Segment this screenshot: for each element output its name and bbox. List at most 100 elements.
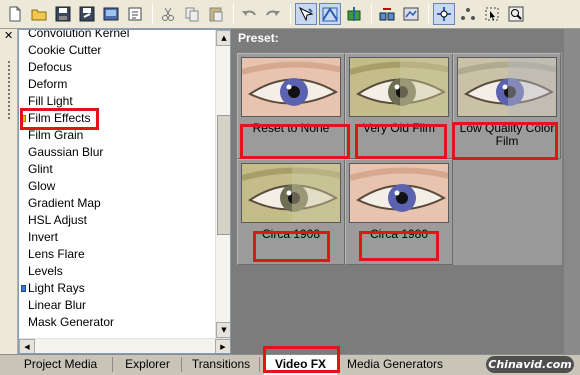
tab-media-generators[interactable]: Media Generators (340, 355, 450, 375)
preset-tile[interactable]: Low Quality Color Film (453, 53, 561, 159)
lock-envelopes-icon[interactable] (400, 3, 422, 25)
tab-transitions[interactable]: Transitions (182, 355, 260, 375)
effect-label: Lens Flare (28, 247, 85, 261)
effect-list-item[interactable]: Defocus (19, 59, 215, 76)
zoom-tool-icon[interactable] (505, 3, 527, 25)
effect-list-item[interactable]: Gradient Map (19, 195, 215, 212)
save-as-icon[interactable] (76, 3, 98, 25)
undo-icon[interactable] (238, 3, 260, 25)
effect-label: Film Grain (28, 128, 84, 142)
open-folder-icon[interactable] (28, 3, 50, 25)
effect-list-item[interactable]: Light Rays (19, 280, 215, 297)
effect-label: Defocus (28, 60, 73, 74)
effect-label: Film Effects (28, 111, 91, 125)
effect-list-item[interactable]: Levels (19, 263, 215, 280)
effect-label: Glint (28, 162, 53, 176)
close-icon[interactable]: ✕ (4, 30, 13, 42)
toolbar-separator (152, 4, 153, 24)
effect-label: Gradient Map (28, 196, 101, 210)
preset-thumbnail-eye-image (349, 163, 449, 223)
effect-label: Cookie Cutter (28, 43, 102, 57)
copy-icon[interactable] (181, 3, 203, 25)
effect-list-item[interactable]: Convolution Kernel (19, 30, 215, 42)
tab-explorer[interactable]: Explorer (113, 355, 182, 375)
preset-thumbnail-eye-image (241, 57, 341, 117)
preset-label: Reset to None (252, 121, 330, 135)
effect-label: Fill Light (28, 94, 73, 108)
toolbar-separator (371, 4, 372, 24)
effect-list-item[interactable]: Cookie Cutter (19, 42, 215, 59)
markers-icon[interactable] (457, 3, 479, 25)
effect-list-item[interactable]: HSL Adjust (19, 212, 215, 229)
redo-icon[interactable] (262, 3, 284, 25)
tab-video-fx[interactable]: Video FX (264, 355, 337, 375)
effect-label: Deform (28, 77, 68, 91)
preset-thumbnail-eye-image (457, 57, 557, 117)
scroll-down-button[interactable]: ▼ (216, 322, 230, 338)
envelope-edit-tool-icon[interactable] (319, 3, 341, 25)
video-fx-list: Convolution Kernel Cookie Cutter Defocus De… (19, 30, 215, 338)
scroll-left-button[interactable]: ◀ (19, 339, 35, 353)
effect-label: Linear Blur (28, 298, 87, 312)
effect-list-item[interactable]: Gaussian Blur (19, 144, 215, 161)
properties-icon[interactable] (124, 3, 146, 25)
tab-project-media[interactable]: Project Media (8, 355, 113, 375)
effect-label: Glow (28, 179, 56, 193)
effect-list-item[interactable]: Film Effects (19, 110, 215, 127)
normal-edit-tool-icon[interactable] (295, 3, 317, 25)
preset-tile[interactable]: Very Old Film (345, 53, 453, 159)
dock-grip-handle[interactable] (7, 60, 11, 120)
save-icon[interactable] (52, 3, 74, 25)
effect-list-item[interactable]: Glint (19, 161, 215, 178)
render-icon[interactable] (100, 3, 122, 25)
effect-list-item[interactable]: Mask Generator (19, 314, 215, 331)
effect-list-item[interactable]: Glow (19, 178, 215, 195)
cut-icon[interactable] (157, 3, 179, 25)
paste-icon[interactable] (205, 3, 227, 25)
preset-tile[interactable]: Circa 1980 (345, 159, 453, 265)
effect-list-item[interactable]: Invert (19, 229, 215, 246)
video-fx-list-panel: Convolution Kernel Cookie Cutter Defocus De… (18, 29, 231, 354)
list-vertical-scrollbar[interactable]: ▲ ▼ (215, 30, 230, 338)
preset-panel: Preset: Reset to None Very Old Film Low … (231, 29, 580, 354)
scroll-right-button[interactable]: ▶ (215, 339, 230, 353)
effect-list-item[interactable]: Linear Blur (19, 297, 215, 314)
effect-label: Levels (28, 264, 63, 278)
preset-heading: Preset: (238, 31, 279, 45)
scroll-up-button[interactable]: ▲ (216, 30, 230, 46)
snapping-icon[interactable] (433, 3, 455, 25)
preset-label: Very Old Film (362, 121, 435, 135)
preset-thumbnail-eye-image (349, 57, 449, 117)
plugin-marker-icon (21, 115, 26, 122)
preset-grid: Reset to None Very Old Film Low Quality … (237, 53, 562, 265)
preset-label: Low Quality Color Film (459, 121, 555, 148)
new-file-icon[interactable] (4, 3, 26, 25)
preset-label: Circa 1908 (261, 227, 321, 241)
toolbar-separator (233, 4, 234, 24)
plugin-marker-icon (21, 285, 26, 292)
preset-tile[interactable]: Circa 1908 (237, 159, 345, 265)
preset-scrollbar[interactable] (564, 29, 580, 354)
window-dock-strip: ✕ (0, 29, 18, 354)
preset-label: Circa 1980 (369, 227, 429, 241)
preset-thumbnail-eye-image (241, 163, 341, 223)
window-dock-tabs: Project Media Explorer Transitions Video… (0, 354, 580, 375)
toolbar-separator (428, 4, 429, 24)
effect-list-item[interactable]: Film Grain (19, 127, 215, 144)
main-toolbar (0, 0, 580, 29)
auto-ripple-icon[interactable] (376, 3, 398, 25)
effect-list-item[interactable]: Lens Flare (19, 246, 215, 263)
preset-tile[interactable]: Reset to None (237, 53, 345, 159)
watermark-logo: Chinavid.com (486, 356, 574, 373)
app-window: ✕ Convolution Kernel Cookie Cutter Defocus… (0, 0, 580, 375)
effect-label: Invert (28, 230, 59, 244)
split-trim-icon[interactable] (343, 3, 365, 25)
toolbar-separator (290, 4, 291, 24)
effect-label: Light Rays (28, 281, 85, 295)
list-horizontal-scrollbar[interactable]: ◀ ▶ (19, 338, 230, 353)
effect-list-item[interactable]: Fill Light (19, 93, 215, 110)
scroll-thumb[interactable] (217, 115, 230, 235)
selection-tool-icon[interactable] (481, 3, 503, 25)
effect-list-item[interactable]: Deform (19, 76, 215, 93)
effect-label: Convolution Kernel (28, 30, 130, 40)
